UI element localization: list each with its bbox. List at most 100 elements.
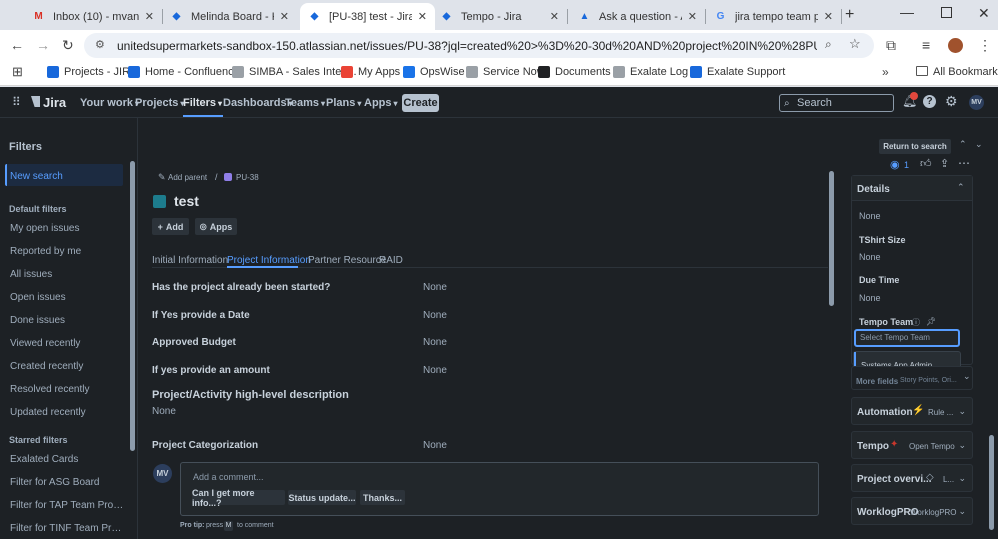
- project-overview-card[interactable]: Project overvi... L... ⌄ ◇: [851, 464, 973, 492]
- return-to-search-button[interactable]: Return to search: [879, 139, 951, 154]
- description-value[interactable]: None: [152, 406, 176, 417]
- automation-card[interactable]: Automation Rule ... ⌄ ⚡: [851, 397, 973, 425]
- profile-avatar[interactable]: [948, 38, 963, 53]
- apps-button[interactable]: ◎ Apps: [195, 218, 237, 235]
- search-input[interactable]: ⌕ Search: [779, 94, 894, 112]
- bookmark-item[interactable]: Service Now: [466, 66, 545, 78]
- pin-icon[interactable]: 📌︎: [926, 317, 936, 326]
- nav-dashboards[interactable]: Dashboards ▾: [223, 97, 293, 109]
- address-bar[interactable]: ⚙ unitedsupermarkets-sandbox-150.atlassi…: [84, 33, 874, 58]
- sidebar-filter-item[interactable]: All issues: [10, 269, 125, 280]
- thumbs-up-icon[interactable]: 👍︎: [920, 157, 932, 170]
- field-value[interactable]: None: [423, 282, 447, 293]
- tab-close-icon[interactable]: ✕: [280, 10, 289, 23]
- browser-tab[interactable]: ◆ Melinda Board - Kanb... ✕: [162, 3, 297, 30]
- reload-icon[interactable]: ↻: [62, 37, 74, 54]
- sidebar-filter-item[interactable]: Done issues: [10, 315, 125, 326]
- sidebar-filter-item[interactable]: Exalated Cards: [10, 454, 125, 465]
- main-scrollbar[interactable]: [829, 171, 834, 306]
- more-fields-chevron[interactable]: ⌄: [963, 371, 971, 382]
- watch-eye-icon[interactable]: ◉: [890, 158, 900, 171]
- right-scrollbar[interactable]: [989, 435, 994, 530]
- app-switcher-icon[interactable]: ⠿: [12, 95, 21, 109]
- sidebar-filter-item[interactable]: Reported by me: [10, 246, 125, 257]
- browser-tab[interactable]: ◆ Tempo - Jira ✕: [432, 3, 567, 30]
- tab-close-icon[interactable]: ✕: [824, 10, 833, 23]
- share-icon[interactable]: ⇪: [940, 157, 949, 170]
- sidebar-filter-item[interactable]: Filter for TINF Team Project ...: [10, 523, 125, 534]
- tab-raid[interactable]: RAID: [379, 255, 403, 266]
- info-icon[interactable]: ⓘ: [912, 317, 920, 328]
- tab-close-icon[interactable]: ✕: [145, 10, 154, 23]
- details-none-1[interactable]: None: [859, 211, 881, 221]
- user-avatar[interactable]: MV: [969, 95, 984, 110]
- tab-close-icon[interactable]: ✕: [550, 10, 559, 23]
- bookmark-item[interactable]: Exalate Log In: [613, 66, 700, 78]
- details-collapse-icon[interactable]: ⌃: [957, 182, 965, 193]
- field-value[interactable]: None: [423, 365, 447, 376]
- minimize-icon[interactable]: —: [900, 4, 914, 20]
- sidebar-filter-item[interactable]: My open issues: [10, 223, 125, 234]
- all-bookmarks-link[interactable]: All Bookmarks: [933, 66, 998, 78]
- bookmark-item[interactable]: Projects - JIRA: [47, 66, 137, 78]
- bookmark-item[interactable]: Exalate Support: [690, 66, 785, 78]
- zoom-icon[interactable]: ⌕: [825, 37, 832, 52]
- add-button[interactable]: + Add: [152, 218, 189, 235]
- bookmark-item[interactable]: My Apps: [341, 66, 400, 78]
- sidebar-filter-item[interactable]: Resolved recently: [10, 384, 125, 395]
- close-window-icon[interactable]: ✕: [978, 5, 990, 22]
- extensions-icon[interactable]: ⧉: [886, 37, 896, 54]
- sidebar-filter-item[interactable]: Filter for TAP Team Project B...: [10, 500, 125, 511]
- chevron-down-icon[interactable]: ⌄: [975, 139, 983, 150]
- bookmark-item[interactable]: Documents: [538, 66, 611, 78]
- tab-initial-information[interactable]: Initial Information: [152, 255, 228, 266]
- nav-apps[interactable]: Apps ▾: [364, 97, 398, 109]
- bookmark-item[interactable]: OpsWise: [403, 66, 465, 78]
- issue-key[interactable]: PU-38: [236, 173, 259, 182]
- more-actions-icon[interactable]: ⋯: [958, 156, 970, 170]
- sidebar-filter-item[interactable]: Filter for ASG Board: [10, 477, 125, 488]
- add-parent-link[interactable]: Add parent: [168, 173, 207, 182]
- sidebar-filter-item[interactable]: Updated recently: [10, 407, 125, 418]
- maximize-icon[interactable]: [941, 7, 952, 18]
- worklogpro-card[interactable]: WorklogPRO WorklogPRO ⌄: [851, 497, 973, 525]
- browser-tab[interactable]: ◆ [PU-38] test - Jira ✕: [300, 3, 435, 30]
- back-icon[interactable]: ←: [10, 37, 24, 53]
- new-tab-icon[interactable]: +: [845, 6, 854, 24]
- jira-logo-icon[interactable]: [31, 96, 40, 107]
- chevron-up-icon[interactable]: ⌃: [959, 139, 967, 150]
- menu-icon[interactable]: ⋮: [978, 37, 992, 54]
- create-button[interactable]: Create: [402, 94, 439, 112]
- bookmark-item[interactable]: Home - Confluence: [128, 66, 240, 78]
- nav-teams[interactable]: Teams ▾: [285, 97, 325, 109]
- nav-plans[interactable]: Plans ▾: [326, 97, 361, 109]
- media-icon[interactable]: ≡: [922, 37, 930, 53]
- nav-your-work[interactable]: Your work ▾: [80, 97, 139, 109]
- tempo-card[interactable]: Tempo Open Tempo ⌄ ✦: [851, 431, 973, 459]
- tshirt-value[interactable]: None: [859, 252, 881, 262]
- more-bookmarks-icon[interactable]: »: [882, 65, 889, 79]
- tempo-team-select[interactable]: Select Tempo Team: [854, 329, 960, 347]
- sidebar-filter-item[interactable]: Created recently: [10, 361, 125, 372]
- jira-logo-text[interactable]: Jira: [43, 95, 66, 110]
- help-icon[interactable]: ?: [923, 95, 936, 108]
- nav-filters[interactable]: Filters ▾: [183, 97, 222, 109]
- tab-close-icon[interactable]: ✕: [688, 10, 697, 23]
- browser-tab[interactable]: Gjira tempo team plann... ✕: [706, 3, 841, 30]
- tab-close-icon[interactable]: ✕: [418, 10, 427, 23]
- bookmark-star-icon[interactable]: ☆: [849, 36, 861, 52]
- categorization-value[interactable]: None: [423, 440, 447, 451]
- sidebar-scrollbar[interactable]: [130, 161, 135, 451]
- field-value[interactable]: None: [423, 337, 447, 348]
- browser-tab[interactable]: M Inbox (10) - mvanostr... ✕: [24, 3, 162, 30]
- browser-tab[interactable]: ▲ Ask a question - Atlas... ✕: [570, 3, 705, 30]
- quick-reply-button[interactable]: Can I get more info...?: [192, 488, 285, 508]
- field-value[interactable]: None: [423, 310, 447, 321]
- forward-icon[interactable]: →: [36, 37, 50, 53]
- sidebar-filter-item[interactable]: Open issues: [10, 292, 125, 303]
- tab-partner-resource[interactable]: Partner Resource: [308, 255, 386, 266]
- quick-reply-button[interactable]: Status update...: [288, 490, 356, 505]
- site-info-icon[interactable]: ⚙: [95, 38, 105, 51]
- settings-gear-icon[interactable]: ⚙: [945, 93, 958, 110]
- nav-projects[interactable]: Projects ▾: [135, 97, 184, 109]
